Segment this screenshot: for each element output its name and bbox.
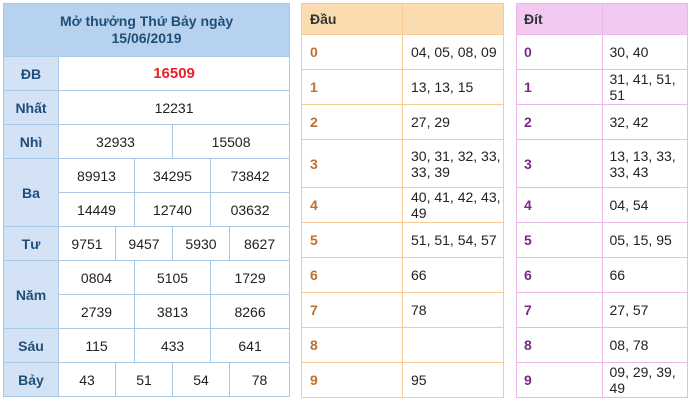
prize-value-bay: 51 <box>115 362 173 397</box>
prize-value-nam: 8266 <box>209 294 291 329</box>
prize-label-sau: Sáu <box>3 328 59 363</box>
dau-value: 13, 13, 15 <box>402 69 504 105</box>
prize-value-nam: 2739 <box>58 294 135 329</box>
dau-key: 5 <box>301 222 403 258</box>
dau-value: 78 <box>402 292 504 328</box>
dit-value: 08, 78 <box>601 327 688 363</box>
dau-key: 6 <box>301 257 403 293</box>
dit-title-blank <box>601 3 688 35</box>
prize-value-nam: 5105 <box>134 260 211 295</box>
dau-title-blank <box>402 3 504 35</box>
dau-value: 51, 51, 54, 57 <box>402 222 504 258</box>
prize-value-sau: 115 <box>58 328 135 363</box>
dit-key: 2 <box>516 104 603 140</box>
dit-key: 4 <box>516 187 603 223</box>
results-table: Mở thưởng Thứ Bảy ngày 15/06/2019 ĐB 165… <box>2 3 291 397</box>
dau-key: 7 <box>301 292 403 328</box>
dau-value: 40, 41, 42, 43, 49 <box>402 187 504 223</box>
prize-value-tu: 9751 <box>58 226 116 261</box>
draw-title: Mở thưởng Thứ Bảy ngày <box>59 13 234 29</box>
draw-date: 15/06/2019 <box>111 30 182 46</box>
dau-key: 9 <box>301 362 403 398</box>
dit-value: 30, 40 <box>601 34 688 70</box>
prize-value-ba: 73842 <box>209 158 291 193</box>
prize-value-nam: 3813 <box>134 294 211 329</box>
dit-value: 31, 41, 51, 51 <box>601 69 688 105</box>
dau-table: Đầu 0 04, 05, 08, 09 1 13, 13, 15 2 27, 29 … <box>301 3 504 398</box>
prize-value-bay: 54 <box>172 362 230 397</box>
dit-key: 8 <box>516 327 603 363</box>
prize-value-ba: 12740 <box>134 192 211 227</box>
results-header: Mở thưởng Thứ Bảy ngày 15/06/2019 <box>2 3 291 57</box>
prize-value-nam: 0804 <box>58 260 135 295</box>
dau-value: 04, 05, 08, 09 <box>402 34 504 70</box>
dit-key: 3 <box>516 139 603 188</box>
dau-value: 66 <box>402 257 504 293</box>
dit-value: 27, 57 <box>601 292 688 328</box>
prize-label-nam: Năm <box>3 260 59 329</box>
dit-value: 04, 54 <box>601 187 688 223</box>
prize-label-tu: Tư <box>3 226 59 261</box>
prize-value-nhi: 32933 <box>58 124 173 159</box>
dau-key: 4 <box>301 187 403 223</box>
prize-value-sau: 433 <box>134 328 211 363</box>
dau-key: 2 <box>301 104 403 140</box>
dau-title: Đầu <box>301 3 403 35</box>
dit-value: 66 <box>601 257 688 293</box>
prize-value-tu: 8627 <box>228 226 291 261</box>
dau-key: 3 <box>301 139 403 188</box>
dit-key: 9 <box>516 362 603 398</box>
dit-table: Đít 0 30, 40 1 31, 41, 51, 51 2 32, 42 3 13,… <box>516 3 688 398</box>
prize-value-sau: 641 <box>209 328 291 363</box>
prize-value-ba: 89913 <box>58 158 135 193</box>
dau-value: 27, 29 <box>402 104 504 140</box>
dit-key: 5 <box>516 222 603 258</box>
prize-value-nhi: 15508 <box>171 124 291 159</box>
dit-value: 05, 15, 95 <box>601 222 688 258</box>
dit-value: 09, 29, 39, 49 <box>601 362 688 398</box>
dau-value: 95 <box>402 362 504 398</box>
dit-key: 0 <box>516 34 603 70</box>
prize-value-nam: 1729 <box>209 260 291 295</box>
prize-value-db: 16509 <box>57 56 291 91</box>
dau-key: 1 <box>301 69 403 105</box>
dau-value: 30, 31, 32, 33, 33, 39 <box>402 139 504 188</box>
prize-value-nhat: 12231 <box>57 90 291 125</box>
dau-key: 8 <box>301 327 403 363</box>
dau-key: 0 <box>301 34 403 70</box>
prize-label-bay: Bảy <box>3 362 59 397</box>
dit-key: 1 <box>516 69 603 105</box>
prize-value-bay: 78 <box>228 362 291 397</box>
dit-key: 7 <box>516 292 603 328</box>
prize-label-nhat: Nhất <box>3 90 59 125</box>
prize-value-bay: 43 <box>58 362 116 397</box>
prize-value-ba: 14449 <box>58 192 135 227</box>
prize-value-ba: 34295 <box>134 158 211 193</box>
prize-value-tu: 9457 <box>115 226 173 261</box>
prize-value-tu: 5930 <box>172 226 230 261</box>
dit-title: Đít <box>516 3 603 35</box>
dit-key: 6 <box>516 257 603 293</box>
dit-value: 32, 42 <box>601 104 688 140</box>
prize-label-nhi: Nhì <box>3 124 59 159</box>
dau-value <box>402 327 504 363</box>
prize-label-ba: Ba <box>3 158 59 227</box>
prize-label-db: ĐB <box>3 56 59 91</box>
prize-value-ba: 03632 <box>209 192 291 227</box>
dit-value: 13, 13, 33, 33, 43 <box>601 139 688 188</box>
